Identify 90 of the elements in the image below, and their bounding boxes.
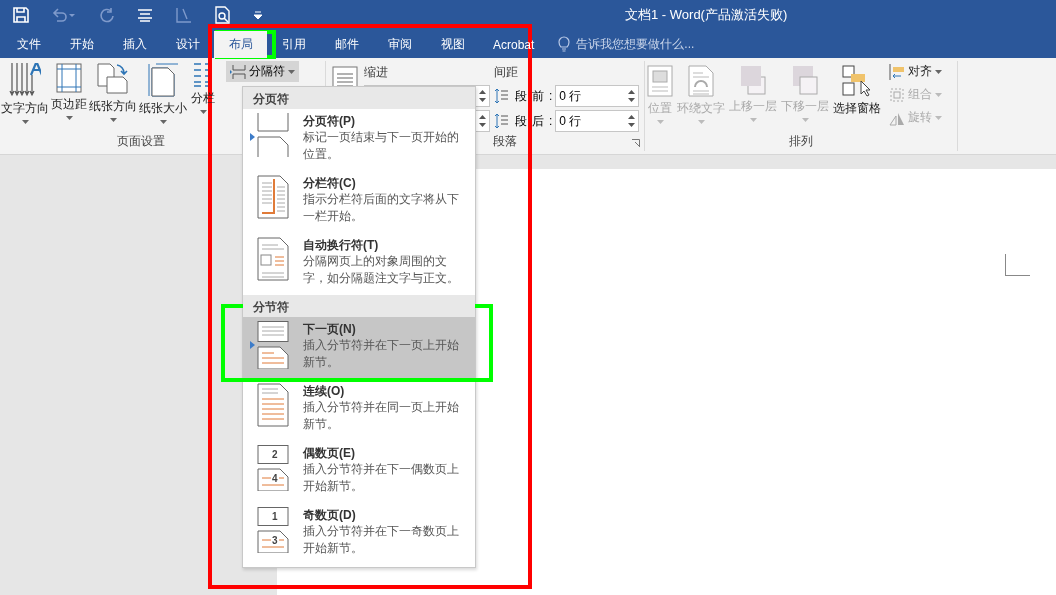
next-page-break-icon	[257, 321, 289, 369]
caret-icon	[935, 92, 942, 97]
ribbon-tab[interactable]: 布局	[214, 31, 267, 58]
ribbon-tab[interactable]: 视图	[426, 31, 479, 58]
menu-section-heading: 分节符	[243, 295, 475, 317]
ribbon-button[interactable]: 纸张方向	[88, 61, 138, 129]
breaks-icon	[230, 64, 246, 79]
spinner-icon[interactable]	[479, 114, 486, 128]
spacing-label: 间距	[494, 64, 519, 81]
page-number: 4	[271, 474, 279, 484]
caret-icon	[199, 110, 207, 114]
margin-corner-icon	[1005, 254, 1030, 276]
text-direction-icon	[9, 63, 41, 97]
menu-item[interactable]: 分页符(P) 标记一页结束与下一页开始的位置。	[243, 109, 475, 171]
window-title: 文档1 - Word(产品激活失败)	[625, 6, 788, 24]
customize-icon[interactable]	[253, 10, 263, 20]
caret-icon	[801, 118, 809, 122]
caret-icon	[109, 118, 117, 122]
send-backward-icon	[792, 65, 818, 95]
caret-icon	[65, 116, 73, 120]
text-wrapping-break-icon	[257, 237, 289, 281]
menu-item[interactable]: 1 3 奇数页(D) 插入分节符并在下一奇数页上开始新节。	[243, 503, 475, 565]
orientation-icon	[97, 63, 129, 95]
ribbon-button[interactable]: 选择窗格	[831, 61, 883, 129]
continuous-break-icon	[257, 383, 289, 427]
group-objects-icon	[889, 86, 905, 103]
dialog-launcher-icon[interactable]	[632, 139, 640, 147]
spinner-icon[interactable]	[479, 89, 486, 103]
ribbon-tab[interactable]: 开始	[55, 31, 108, 58]
spacing-field[interactable]: 0 行	[555, 85, 640, 107]
page-break-icon	[257, 113, 289, 157]
caret-icon	[159, 120, 167, 124]
group-label: 段落	[493, 133, 517, 150]
pointer-icon	[250, 341, 255, 349]
align-icon[interactable]	[137, 8, 153, 22]
spinner-icon[interactable]	[628, 114, 636, 128]
ribbon-tab[interactable]: 文件	[2, 31, 55, 58]
pointer-icon	[250, 133, 255, 141]
save-icon[interactable]	[13, 7, 29, 23]
spinner-icon[interactable]	[628, 89, 636, 103]
selection-pane-icon	[842, 65, 872, 97]
ribbon-tab[interactable]: 插入	[108, 31, 161, 58]
align-objects-icon	[889, 63, 905, 80]
menu-item[interactable]: 2 4 偶数页(E) 插入分节符并在下一偶数页上开始新节。	[243, 441, 475, 503]
page-number-break-icon	[257, 445, 289, 491]
breaks-button[interactable]: 分隔符	[226, 61, 299, 82]
redo-icon[interactable]	[99, 7, 115, 23]
ribbon-tab[interactable]: 邮件	[320, 31, 373, 58]
caret-icon	[697, 120, 705, 124]
caret-icon	[935, 115, 942, 120]
group-label: 页面设置	[117, 133, 165, 150]
spacing-icon	[494, 113, 508, 129]
bring-forward-icon	[740, 65, 766, 95]
spacing-icon	[494, 88, 508, 104]
spacing-label: 段前:	[515, 87, 558, 105]
position-icon	[647, 65, 673, 97]
page-number: 1	[271, 512, 279, 522]
page-number-break-icon	[257, 507, 289, 553]
page-number: 3	[271, 536, 279, 546]
indent-label: 缩进	[364, 64, 389, 81]
undo-icon[interactable]	[51, 7, 77, 23]
ribbon-tab[interactable]: 引用	[267, 31, 320, 58]
ribbon-tab[interactable]: 审阅	[373, 31, 426, 58]
menu-section-heading: 分页符	[243, 87, 475, 109]
ribbon-tab[interactable]: 设计	[161, 31, 214, 58]
spacing-field[interactable]: 0 行	[555, 110, 640, 132]
tell-me-field[interactable]: 告诉我您想要做什么...	[558, 30, 799, 58]
caret-icon	[656, 120, 664, 124]
ribbon-button[interactable]: 页边距	[50, 61, 88, 129]
margins-icon	[56, 63, 82, 93]
group-label: 排列	[789, 133, 813, 150]
spacing-label: 段后:	[515, 112, 558, 130]
column-break-icon	[257, 175, 289, 219]
menu-item[interactable]: 下一页(N) 插入分节符并在下一页上开始新节。	[243, 317, 475, 379]
ribbon-button[interactable]: 纸张大小	[138, 61, 188, 129]
page-number: 2	[271, 450, 279, 460]
menu-item[interactable]: 分栏符(C) 指示分栏符后面的文字将从下一栏开始。	[243, 171, 475, 233]
caret-icon	[288, 69, 295, 74]
tell-me-input[interactable]: 告诉我您想要做什么...	[574, 36, 799, 52]
caret-icon	[935, 69, 942, 74]
wrap-text-icon	[688, 65, 714, 97]
print-preview-icon[interactable]	[215, 6, 231, 24]
menu-item[interactable]: 自动换行符(T) 分隔网页上的对象周围的文字，如分隔题注文字与正文。	[243, 233, 475, 295]
lightbulb-icon	[558, 36, 571, 52]
caret-icon	[749, 118, 757, 122]
paper-size-icon	[148, 63, 178, 97]
caret-icon	[21, 120, 29, 124]
ribbon-button[interactable]: 对齐	[887, 61, 944, 82]
menu-item[interactable]: 连续(O) 插入分节符并在同一页上开始新节。	[243, 379, 475, 441]
ribbon-button[interactable]: 文字方向	[0, 61, 50, 129]
